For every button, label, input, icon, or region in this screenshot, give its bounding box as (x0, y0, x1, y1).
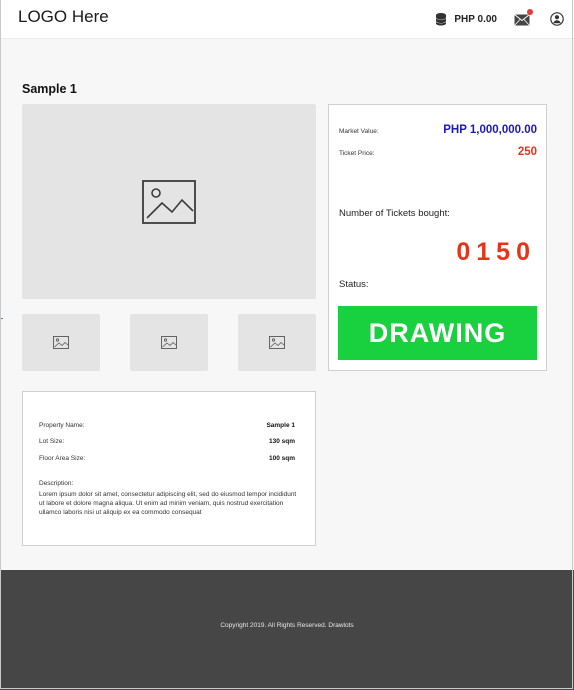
page-title: Sample 1 (22, 82, 77, 96)
image-icon (269, 336, 285, 349)
floor-area-value: 100 sqm (268, 455, 295, 462)
copyright-text: Copyright 2019. All Rights Reserved. Dra… (220, 622, 354, 629)
page-footer: Copyright 2019. All Rights Reserved. Dra… (0, 570, 574, 690)
status-label: Status: (339, 279, 369, 290)
thumbnail-1[interactable] (22, 314, 100, 371)
mail-button[interactable] (514, 9, 533, 26)
ticket-price: 250 (517, 146, 537, 158)
edge-marker (0, 318, 3, 319)
notification-badge (527, 9, 533, 15)
header-actions: PHP 0.00 (434, 0, 564, 38)
thumbnail-3[interactable] (238, 314, 316, 371)
image-icon (161, 336, 177, 349)
property-details-card: Property Name: Sample 1 Lot Size: 130 sq… (22, 391, 316, 546)
tickets-bought-label: Number of Tickets bought: (339, 208, 450, 219)
lot-size-label: Lot Size: (39, 438, 65, 445)
top-header: LOGO Here PHP 0.00 (0, 0, 574, 39)
thumbnail-2[interactable] (130, 314, 208, 371)
description-text: Lorem ipsum dolor sit amet, consectetur … (39, 491, 297, 516)
market-value: PHP 1,000,000.00 (443, 124, 537, 136)
floor-area-label: Floor Area Size: (39, 455, 86, 462)
status-badge: DRAWING (338, 306, 537, 360)
user-icon[interactable] (550, 12, 564, 26)
mail-icon (514, 14, 530, 26)
wallet-balance[interactable]: PHP 0.00 (454, 14, 497, 25)
market-value-label: Market Value: (339, 128, 379, 135)
tickets-bought-count: 0150 (456, 238, 536, 266)
property-name-value: Sample 1 (266, 422, 295, 429)
ticket-price-label: Ticket Price: (339, 150, 375, 157)
listing-info-card: Market Value: PHP 1,000,000.00 Ticket Pr… (328, 104, 547, 371)
main-image-placeholder[interactable] (22, 104, 316, 299)
property-name-label: Property Name: (39, 422, 85, 429)
image-icon (142, 179, 196, 224)
logo[interactable]: LOGO Here (18, 7, 109, 27)
coins-icon[interactable] (434, 12, 448, 26)
description-label: Description: (39, 480, 74, 487)
image-icon (53, 336, 69, 349)
lot-size-value: 130 sqm (268, 438, 295, 445)
